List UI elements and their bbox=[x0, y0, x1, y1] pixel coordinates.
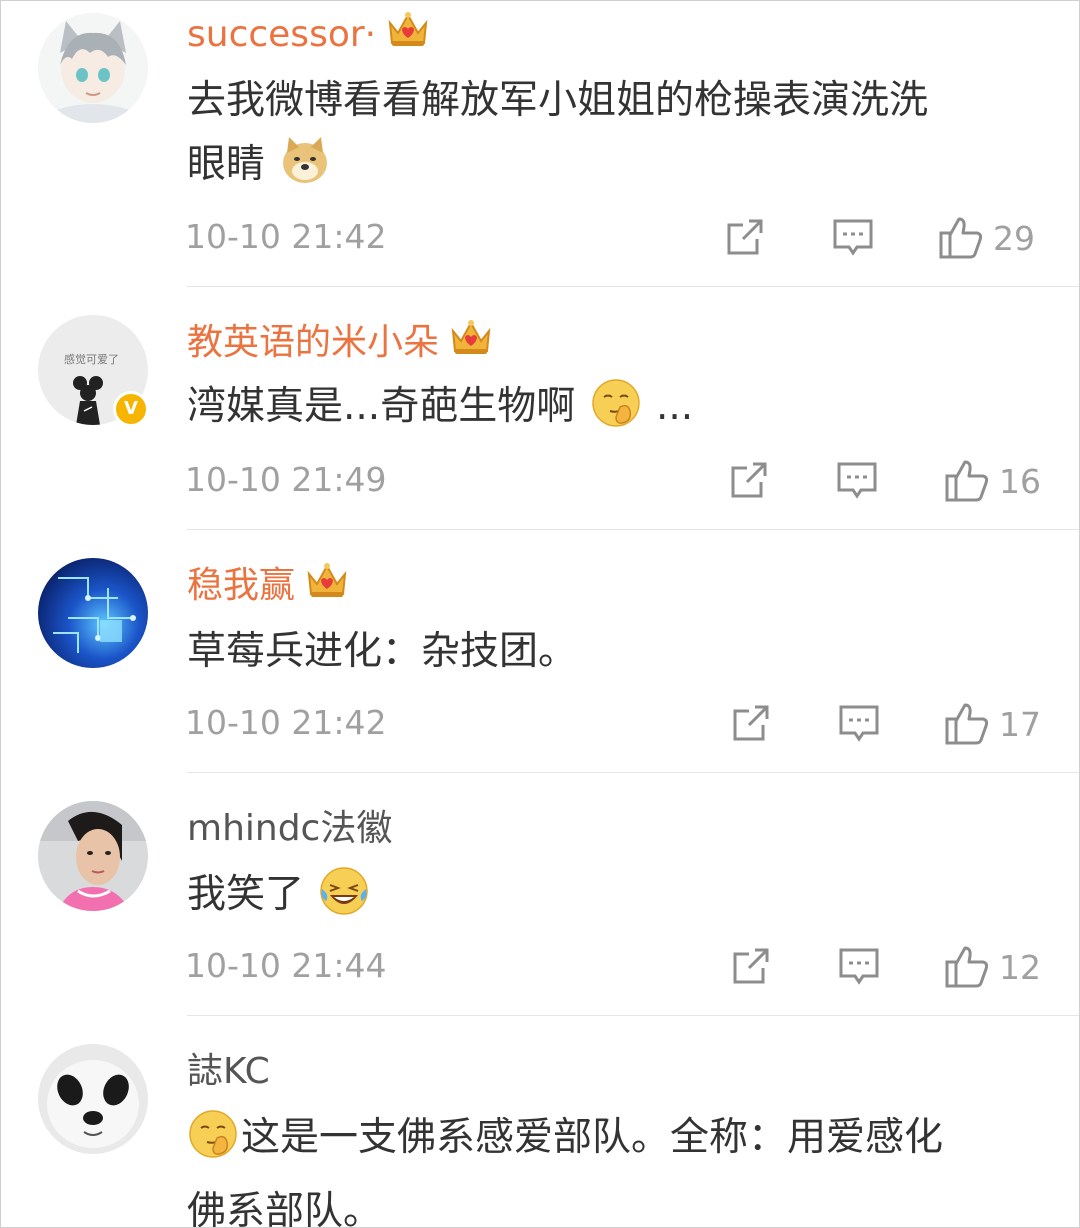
thumbs-up-icon bbox=[943, 942, 991, 994]
comment-text-line: ... bbox=[656, 384, 694, 429]
share-button[interactable] bbox=[727, 458, 771, 506]
username-text: 教英语的米小朵 bbox=[187, 322, 440, 363]
crown-icon bbox=[386, 9, 430, 62]
crown-icon bbox=[449, 317, 493, 370]
comment-item: successor· 去我微博看看解放军小姐姐的枪操表演洗洗 眼睛 10-10 … bbox=[1, 1, 1079, 287]
share-button[interactable] bbox=[723, 215, 767, 263]
comment-text-line: 佛系部队。 bbox=[187, 1189, 383, 1228]
comment-text: 去我微博看看解放军小姐姐的枪操表演洗洗 眼睛 bbox=[187, 69, 1037, 207]
like-count: 17 bbox=[999, 705, 1041, 744]
comment-text: 湾媒真是...奇葩生物啊 ... bbox=[187, 375, 1037, 449]
shush-emoji-icon bbox=[187, 1108, 239, 1180]
username-text: 稳我赢 bbox=[187, 565, 296, 606]
comment-text-line: 草莓兵进化：杂技团。 bbox=[187, 629, 578, 674]
share-icon bbox=[723, 215, 767, 263]
laughing-tears-emoji-icon bbox=[318, 865, 370, 937]
comment-text: 我笑了 bbox=[187, 863, 1037, 937]
comment-icon bbox=[837, 944, 881, 992]
reply-button[interactable] bbox=[837, 701, 881, 749]
comment-item: mhindc法徽 我笑了 10-10 21:44 12 bbox=[1, 773, 1079, 1016]
comment-item: 感觉可爱了 V 教英语的米小朵 湾媒真是...奇葩生物啊 ... 10-10 2… bbox=[1, 287, 1079, 530]
reply-button[interactable] bbox=[831, 215, 875, 263]
like-count: 29 bbox=[993, 219, 1035, 258]
timestamp: 10-10 21:49 bbox=[185, 460, 387, 499]
comment-icon bbox=[835, 458, 879, 506]
svg-text:感觉可爱了: 感觉可爱了 bbox=[64, 353, 119, 366]
thumbs-up-icon bbox=[943, 456, 991, 508]
share-icon bbox=[729, 701, 773, 749]
like-button[interactable]: 16 bbox=[943, 456, 1041, 508]
timestamp: 10-10 21:44 bbox=[185, 946, 387, 985]
like-button[interactable]: 29 bbox=[937, 213, 1035, 265]
timestamp: 10-10 21:42 bbox=[185, 703, 387, 742]
username[interactable]: 教英语的米小朵 bbox=[187, 319, 493, 367]
avatar[interactable] bbox=[38, 1044, 148, 1154]
comment-text-line: 我笑了 bbox=[187, 872, 305, 917]
like-count: 12 bbox=[999, 948, 1041, 987]
username[interactable]: mhindc法徽 bbox=[187, 805, 392, 853]
share-icon bbox=[727, 458, 771, 506]
reply-button[interactable] bbox=[837, 944, 881, 992]
comment-text-line: 去我微博看看解放军小姐姐的枪操表演洗洗 bbox=[187, 78, 929, 123]
avatar[interactable] bbox=[38, 558, 148, 668]
avatar[interactable] bbox=[38, 801, 148, 911]
username-text: mhindc法徽 bbox=[187, 808, 393, 849]
timestamp: 10-10 21:42 bbox=[185, 217, 387, 256]
username[interactable]: successor· bbox=[187, 11, 430, 59]
thumbs-up-icon bbox=[937, 213, 985, 265]
share-button[interactable] bbox=[729, 701, 773, 749]
comment-text-line: 眼睛 bbox=[187, 142, 266, 187]
verified-badge-icon: V bbox=[113, 391, 149, 427]
shush-emoji-icon bbox=[590, 377, 642, 449]
like-button[interactable]: 17 bbox=[943, 699, 1041, 751]
reply-button[interactable] bbox=[835, 458, 879, 506]
username-text: successor· bbox=[187, 14, 377, 55]
share-button[interactable] bbox=[729, 944, 773, 992]
avatar[interactable] bbox=[38, 13, 148, 123]
username[interactable]: 稳我赢 bbox=[187, 562, 349, 610]
share-icon bbox=[729, 944, 773, 992]
crown-icon bbox=[305, 560, 349, 613]
like-button[interactable]: 12 bbox=[943, 942, 1041, 994]
comment-text: 这是一支佛系感爱部队。全称：用爱感化 佛系部队。 bbox=[187, 1106, 1037, 1228]
comment-list: successor· 去我微博看看解放军小姐姐的枪操表演洗洗 眼睛 10-10 … bbox=[0, 0, 1080, 1228]
like-count: 16 bbox=[999, 462, 1041, 501]
comment-item: 稳我赢 草莓兵进化：杂技团。 10-10 21:42 17 bbox=[1, 530, 1079, 773]
comment-item: 誌KC 这是一支佛系感爱部队。全称：用爱感化 佛系部队。 bbox=[1, 1016, 1079, 1228]
thumbs-up-icon bbox=[943, 699, 991, 751]
username[interactable]: 誌KC bbox=[187, 1048, 270, 1096]
comment-icon bbox=[831, 215, 875, 263]
comment-icon bbox=[837, 701, 881, 749]
doge-emoji-icon bbox=[279, 135, 331, 207]
username-text: 誌KC bbox=[187, 1051, 270, 1092]
comment-text: 草莓兵进化：杂技团。 bbox=[187, 620, 1037, 684]
comment-text-line: 湾媒真是...奇葩生物啊 bbox=[187, 384, 576, 429]
comment-text-line: 这是一支佛系感爱部队。全称：用爱感化 bbox=[241, 1115, 944, 1160]
